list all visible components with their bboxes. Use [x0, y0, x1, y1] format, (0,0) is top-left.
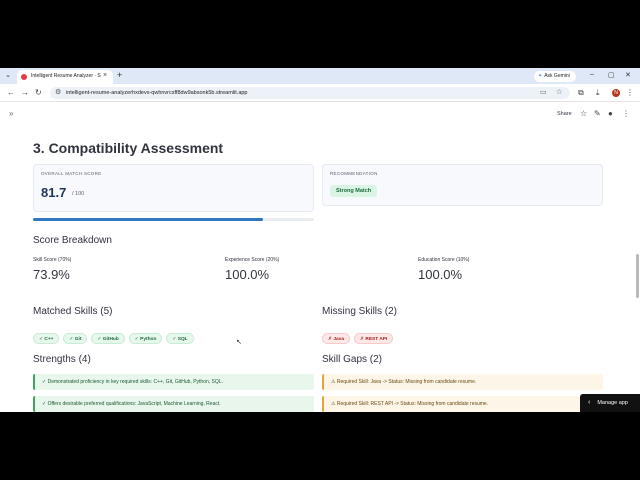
minimize-icon[interactable]: – [590, 71, 594, 78]
overall-score-max: / 100 [72, 191, 85, 197]
manage-app-button[interactable]: ‹ Manage app [580, 394, 640, 412]
ask-gemini-label: Ask Gemini [544, 73, 570, 79]
maximize-icon[interactable]: ▢ [608, 71, 615, 79]
github-icon[interactable]: ● [608, 109, 613, 118]
missing-skill-chip: ✗ Java [322, 333, 351, 344]
kebab-menu-icon[interactable]: ⋮ [626, 88, 634, 98]
recommendation-label: RECOMMENDATION [330, 171, 378, 176]
experience-score-value: 100.0% [225, 267, 270, 282]
strengths-title: Strengths (4) [33, 354, 91, 365]
manage-app-label: Manage app [597, 400, 628, 406]
gap-item: ⚠ Required Skill: REST API -> Status: Mi… [322, 396, 580, 412]
forward-arrow-icon[interactable]: → [21, 88, 29, 98]
tab-strip: ⌄ Intelligent Resume Analyzer · Stre × +… [0, 68, 640, 84]
close-tab-icon[interactable]: × [103, 72, 107, 79]
match-progress-bar [33, 218, 314, 221]
matched-skills-list: ✓ C++ ✓ Git ✓ GitHub ✓ Python ✓ SQL [33, 327, 198, 344]
tab-search-chevron-icon[interactable]: ⌄ [3, 71, 13, 81]
education-score-label: Education Score (10%) [418, 257, 470, 263]
overall-score-value: 81.7 [41, 185, 67, 200]
education-score-value: 100.0% [418, 267, 463, 282]
browser-toolbar: ← → ↻ ⚙ intelligent-resume-analyzerhxdev… [0, 84, 640, 102]
skill-chip: ✓ GitHub [91, 333, 125, 344]
experience-score-label: Experience Score (20%) [225, 257, 280, 263]
recommendation-card: RECOMMENDATION Strong Match [322, 164, 603, 206]
skill-chip: ✓ Git [63, 333, 88, 344]
profile-avatar[interactable]: N [612, 89, 620, 97]
gemini-sparkle-icon: ✦ [538, 73, 543, 79]
skill-score-label: Skill Score (70%) [33, 257, 72, 263]
gap-item: ⚠ Required Skill: Java -> Status: Missin… [322, 374, 603, 390]
browser-tab-active[interactable]: Intelligent Resume Analyzer · Stre × [17, 70, 113, 84]
recommendation-badge: Strong Match [330, 185, 378, 197]
close-window-icon[interactable]: ✕ [625, 71, 631, 79]
more-menu-icon[interactable]: ⋮ [622, 109, 630, 118]
overall-score-card: OVERALL MATCH SCORE 81.7 / 100 [33, 164, 314, 212]
tab-title: Intelligent Resume Analyzer · Stre [31, 73, 101, 79]
expand-sidebar-icon[interactable]: » [9, 109, 13, 118]
strength-item: ✓ Demonstrated proficiency in key requir… [33, 374, 314, 390]
skill-chip: ✓ SQL [166, 333, 194, 344]
edit-pencil-icon[interactable]: ✎ [594, 109, 601, 118]
reload-icon[interactable]: ↻ [35, 88, 42, 98]
missing-skills-title: Missing Skills (2) [322, 306, 398, 317]
mouse-cursor-icon: ↖ [236, 339, 242, 346]
section-title: 3. Compatibility Assessment [33, 140, 224, 156]
chevron-left-icon: ‹ [588, 399, 591, 406]
download-icon[interactable]: ⤓ [596, 88, 600, 98]
back-arrow-icon[interactable]: ← [7, 88, 15, 98]
skill-gaps-title: Skill Gaps (2) [322, 354, 383, 365]
overall-score-label: OVERALL MATCH SCORE [41, 171, 102, 176]
skill-chip: ✓ C++ [33, 333, 60, 344]
address-bar[interactable]: ⚙ intelligent-resume-analyzerhxdevs-qwhn… [50, 87, 570, 99]
streamlit-favicon-icon [21, 74, 27, 80]
missing-skills-list: ✗ Java ✗ REST API [322, 327, 397, 344]
new-tab-icon[interactable]: + [117, 70, 122, 80]
bookmark-star-icon[interactable]: ☆ [556, 88, 562, 96]
share-button[interactable]: Share [557, 111, 572, 117]
strength-item: ✓ Offers desirable preferred qualificati… [33, 396, 314, 412]
skill-chip: ✓ Python [128, 333, 163, 344]
match-progress-fill [33, 218, 263, 221]
extensions-icon[interactable]: ⧉ [578, 88, 584, 98]
ask-gemini-button[interactable]: ✦ Ask Gemini [534, 71, 576, 82]
star-icon[interactable]: ☆ [580, 109, 587, 118]
install-app-icon[interactable]: ▭ [540, 88, 547, 96]
url-text: intelligent-resume-analyzerhxdevs-qwhnvr… [66, 90, 248, 96]
page-scrollbar[interactable] [636, 254, 639, 298]
app-header: » Share ☆ ✎ ● ⋮ [0, 102, 640, 128]
site-info-icon[interactable]: ⚙ [55, 88, 61, 96]
matched-skills-title: Matched Skills (5) [33, 306, 113, 317]
score-breakdown-title: Score Breakdown [33, 235, 112, 246]
browser-window: ⌄ Intelligent Resume Analyzer · Stre × +… [0, 68, 640, 412]
skill-score-value: 73.9% [33, 267, 70, 282]
missing-skill-chip: ✗ REST API [354, 333, 394, 344]
